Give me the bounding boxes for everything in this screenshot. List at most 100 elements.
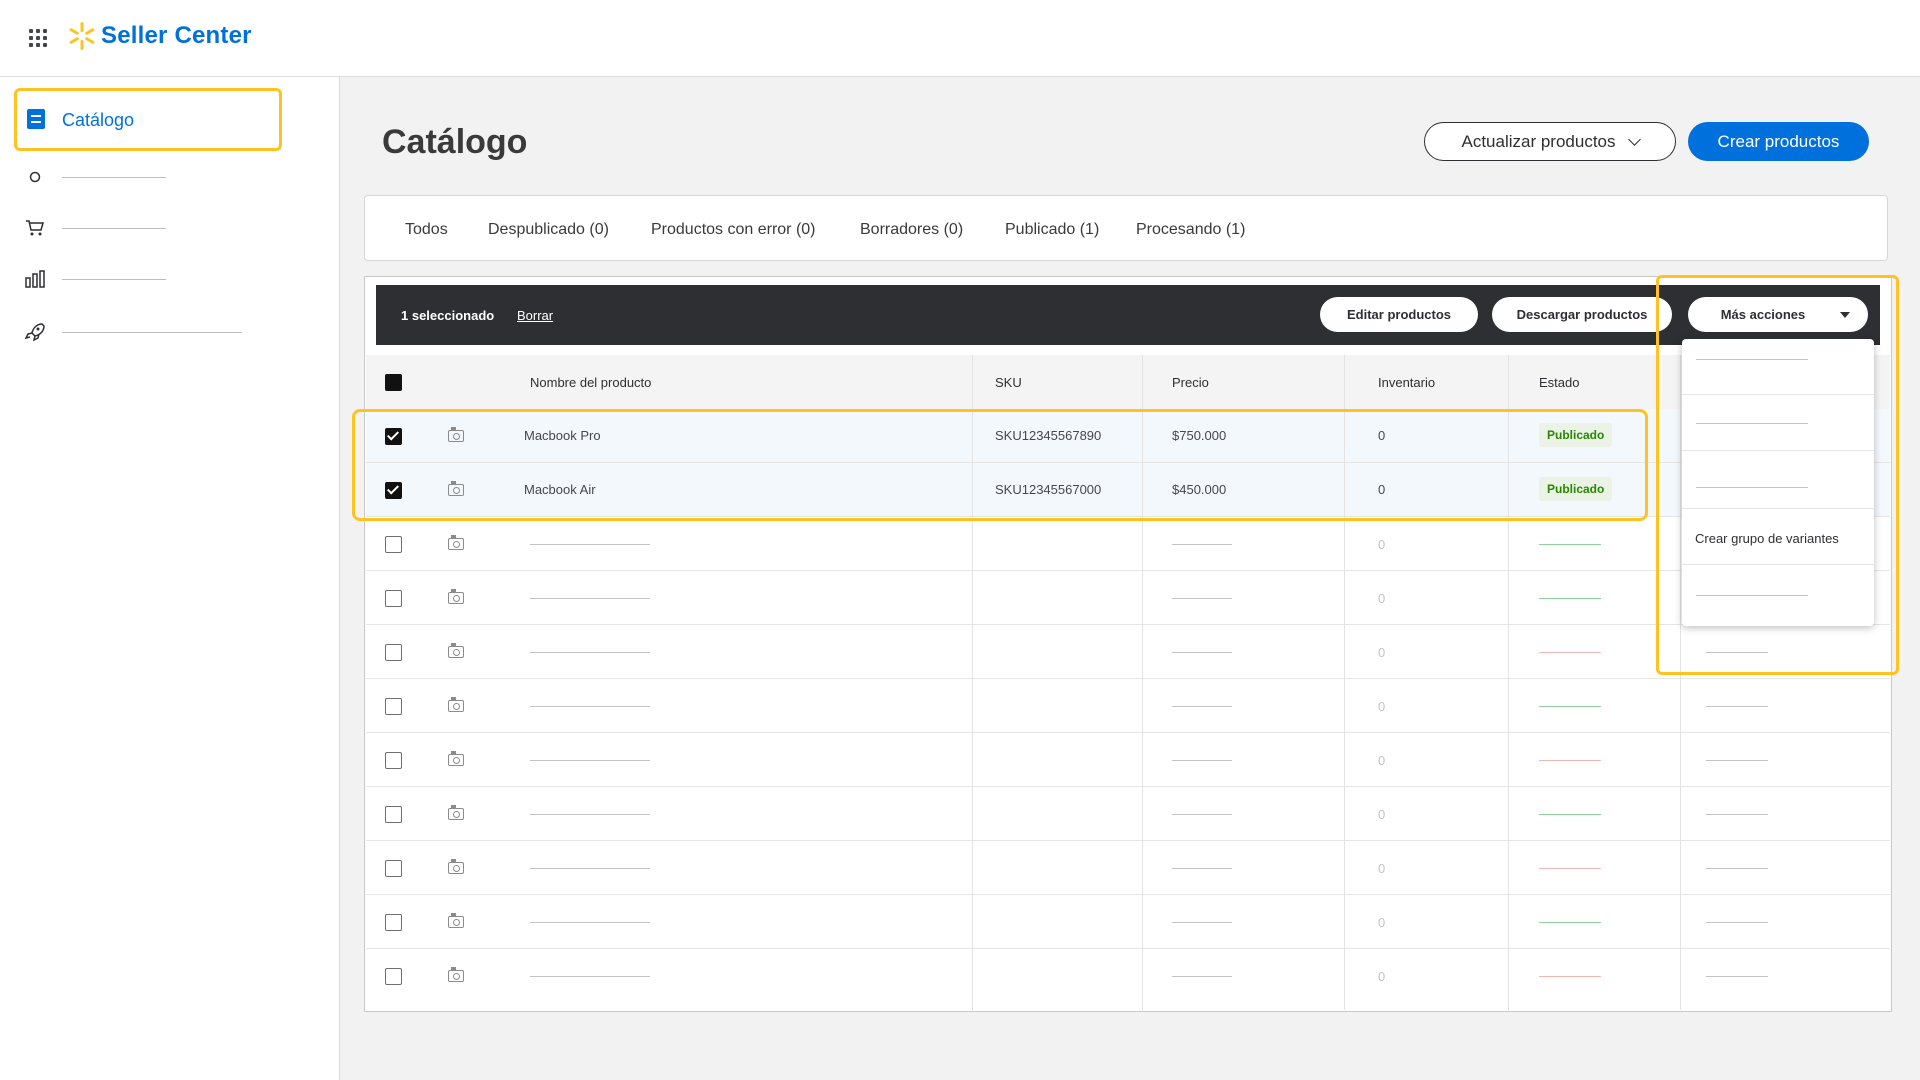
product-name[interactable]: Macbook Air: [524, 482, 596, 497]
menu-item-1[interactable]: [1682, 339, 1874, 395]
extra-placeholder: [1706, 814, 1768, 815]
product-inventory: 0: [1378, 482, 1386, 497]
camera-icon: [448, 589, 464, 604]
camera-icon: [448, 859, 464, 874]
camera-icon: [448, 967, 464, 982]
page-title: Catálogo: [382, 123, 528, 161]
row-checkbox[interactable]: [385, 698, 402, 715]
tab-borradores[interactable]: Borradores (0): [860, 221, 963, 239]
chevron-down-icon: [1627, 132, 1641, 146]
clear-selection-link[interactable]: Borrar: [517, 308, 553, 323]
camera-icon: [448, 697, 464, 712]
sidebar-item-placeholder: [62, 279, 166, 280]
table-row[interactable]: Macbook Pro SKU12345567890 $750.000 0 Pu…: [366, 409, 1890, 463]
tab-procesando[interactable]: Procesando (1): [1136, 221, 1245, 239]
inventory-placeholder: 0: [1378, 645, 1386, 660]
update-products-button[interactable]: Actualizar productos: [1424, 122, 1676, 161]
name-placeholder: [530, 706, 650, 707]
table-row[interactable]: 0: [366, 679, 1890, 733]
column-header-sku[interactable]: SKU: [995, 375, 1022, 390]
table-row[interactable]: 0: [366, 787, 1890, 841]
table-row[interactable]: 0: [366, 895, 1890, 949]
sidebar-item-5[interactable]: [24, 318, 254, 346]
inventory-placeholder: 0: [1378, 537, 1386, 552]
price-placeholder: [1172, 922, 1232, 923]
extra-placeholder: [1706, 976, 1768, 977]
brand-title[interactable]: Seller Center: [101, 22, 252, 50]
sidebar-item-placeholder: [62, 332, 242, 333]
inventory-placeholder: 0: [1378, 915, 1386, 930]
product-inventory: 0: [1378, 428, 1386, 443]
tab-publicado[interactable]: Publicado (1): [1005, 221, 1099, 239]
tab-despublicado[interactable]: Despublicado (0): [488, 221, 609, 239]
tab-productos-con-error[interactable]: Productos con error (0): [651, 221, 816, 239]
sidebar-item-catalogo[interactable]: Catálogo: [14, 88, 282, 151]
price-placeholder: [1172, 760, 1232, 761]
product-sku: SKU12345567000: [995, 482, 1102, 497]
table-header: Nombre del producto SKU Precio Inventari…: [366, 355, 1890, 409]
status-placeholder: [1539, 814, 1601, 815]
column-header-status[interactable]: Estado: [1539, 375, 1579, 390]
camera-icon: [448, 913, 464, 928]
caret-down-icon: [1840, 312, 1850, 318]
camera-icon: [448, 643, 464, 658]
edit-products-button[interactable]: Editar productos: [1320, 297, 1478, 332]
sidebar-item-2[interactable]: [24, 163, 254, 191]
row-checkbox[interactable]: [385, 482, 402, 499]
row-checkbox[interactable]: [385, 428, 402, 445]
sidebar: Catálogo: [0, 77, 340, 1080]
app-grid-icon[interactable]: [29, 29, 47, 47]
status-placeholder: [1539, 922, 1601, 923]
extra-placeholder: [1706, 652, 1768, 653]
menu-item-label: Crear grupo de variantes: [1695, 531, 1839, 546]
sidebar-item-4[interactable]: [24, 265, 254, 293]
tab-todos[interactable]: Todos: [405, 221, 448, 239]
column-header-name[interactable]: Nombre del producto: [530, 375, 651, 390]
table-row[interactable]: 0: [366, 571, 1890, 625]
menu-item-placeholder: [1696, 595, 1808, 596]
update-products-label: Actualizar productos: [1461, 131, 1616, 151]
row-checkbox[interactable]: [385, 806, 402, 823]
column-header-price[interactable]: Precio: [1172, 375, 1209, 390]
table-row[interactable]: 0: [366, 517, 1890, 571]
more-actions-label: Más acciones: [1720, 307, 1806, 322]
more-actions-dropdown[interactable]: Más acciones: [1688, 297, 1868, 332]
row-checkbox[interactable]: [385, 860, 402, 877]
menu-item-5[interactable]: [1682, 565, 1874, 621]
status-badge: Publicado: [1539, 477, 1613, 501]
table-row[interactable]: 0: [366, 733, 1890, 787]
price-placeholder: [1172, 652, 1232, 653]
column-divider: [1142, 355, 1143, 1010]
sidebar-item-placeholder: [62, 177, 166, 178]
sidebar-item-3[interactable]: [24, 214, 254, 242]
select-all-checkbox[interactable]: [385, 374, 402, 391]
row-checkbox[interactable]: [385, 914, 402, 931]
column-header-inventory[interactable]: Inventario: [1378, 375, 1435, 390]
table-row[interactable]: 0: [366, 841, 1890, 895]
inventory-placeholder: 0: [1378, 699, 1386, 714]
menu-item-2[interactable]: [1682, 395, 1874, 451]
status-badge: Publicado: [1539, 423, 1613, 447]
table-row[interactable]: 0: [366, 949, 1890, 1003]
top-bar: Seller Center: [0, 0, 1920, 77]
name-placeholder: [530, 544, 650, 545]
table-row[interactable]: 0: [366, 625, 1890, 679]
row-checkbox[interactable]: [385, 968, 402, 985]
circle-icon: [29, 171, 41, 183]
menu-item-3[interactable]: [1682, 451, 1874, 509]
row-checkbox[interactable]: [385, 644, 402, 661]
download-products-button[interactable]: Descargar productos: [1492, 297, 1672, 332]
extra-placeholder: [1706, 760, 1768, 761]
extra-placeholder: [1706, 922, 1768, 923]
menu-item-create-variant-group[interactable]: Crear grupo de variantes: [1682, 509, 1874, 565]
sidebar-item-placeholder: [62, 228, 166, 229]
status-placeholder: [1539, 868, 1601, 869]
table-row[interactable]: Macbook Air SKU12345567000 $450.000 0 Pu…: [366, 463, 1890, 517]
product-name[interactable]: Macbook Pro: [524, 428, 601, 443]
row-checkbox[interactable]: [385, 536, 402, 553]
create-products-button[interactable]: Crear productos: [1688, 122, 1869, 161]
row-checkbox[interactable]: [385, 752, 402, 769]
name-placeholder: [530, 760, 650, 761]
row-checkbox[interactable]: [385, 590, 402, 607]
extra-placeholder: [1706, 868, 1768, 869]
